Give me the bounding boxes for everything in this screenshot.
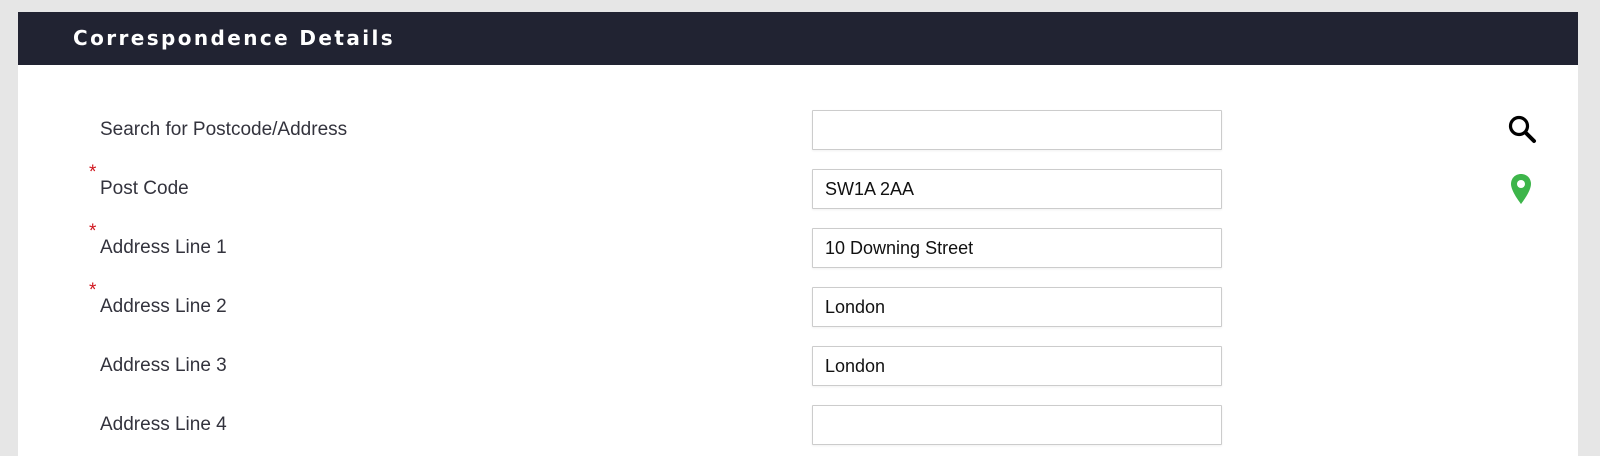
required-marker: * bbox=[89, 221, 97, 242]
map-pin-icon[interactable] bbox=[1510, 173, 1532, 210]
form-row-postcode: * Post Code bbox=[18, 163, 1578, 210]
required-marker: * bbox=[89, 280, 97, 301]
form-row-address-line-3: Address Line 3 bbox=[18, 346, 1578, 386]
address-line-3-label: Address Line 3 bbox=[100, 355, 227, 376]
address-line-4-field[interactable] bbox=[812, 405, 1222, 445]
address-line-1-field[interactable] bbox=[812, 228, 1222, 268]
search-icon[interactable] bbox=[1507, 113, 1537, 150]
search-input[interactable] bbox=[812, 110, 1222, 150]
address-line-1-label: Address Line 1 bbox=[100, 237, 227, 258]
form-row-search: Search for Postcode/Address bbox=[18, 110, 1578, 150]
panel-header: Correspondence Details bbox=[18, 12, 1578, 65]
required-marker: * bbox=[89, 162, 97, 183]
panel-title: Correspondence Details bbox=[73, 26, 396, 50]
address-line-2-field[interactable] bbox=[812, 287, 1222, 327]
postcode-label: Post Code bbox=[100, 178, 189, 199]
form-row-address-line-1: * Address Line 1 bbox=[18, 222, 1578, 268]
address-line-3-field[interactable] bbox=[812, 346, 1222, 386]
address-line-4-label: Address Line 4 bbox=[100, 414, 227, 435]
correspondence-panel: Correspondence Details Search for Postco… bbox=[18, 12, 1578, 456]
form-row-address-line-2: * Address Line 2 bbox=[18, 281, 1578, 327]
postcode-field[interactable] bbox=[812, 169, 1222, 209]
search-label: Search for Postcode/Address bbox=[100, 119, 348, 140]
form-row-address-line-4: Address Line 4 bbox=[18, 405, 1578, 445]
address-line-2-label: Address Line 2 bbox=[100, 296, 227, 317]
